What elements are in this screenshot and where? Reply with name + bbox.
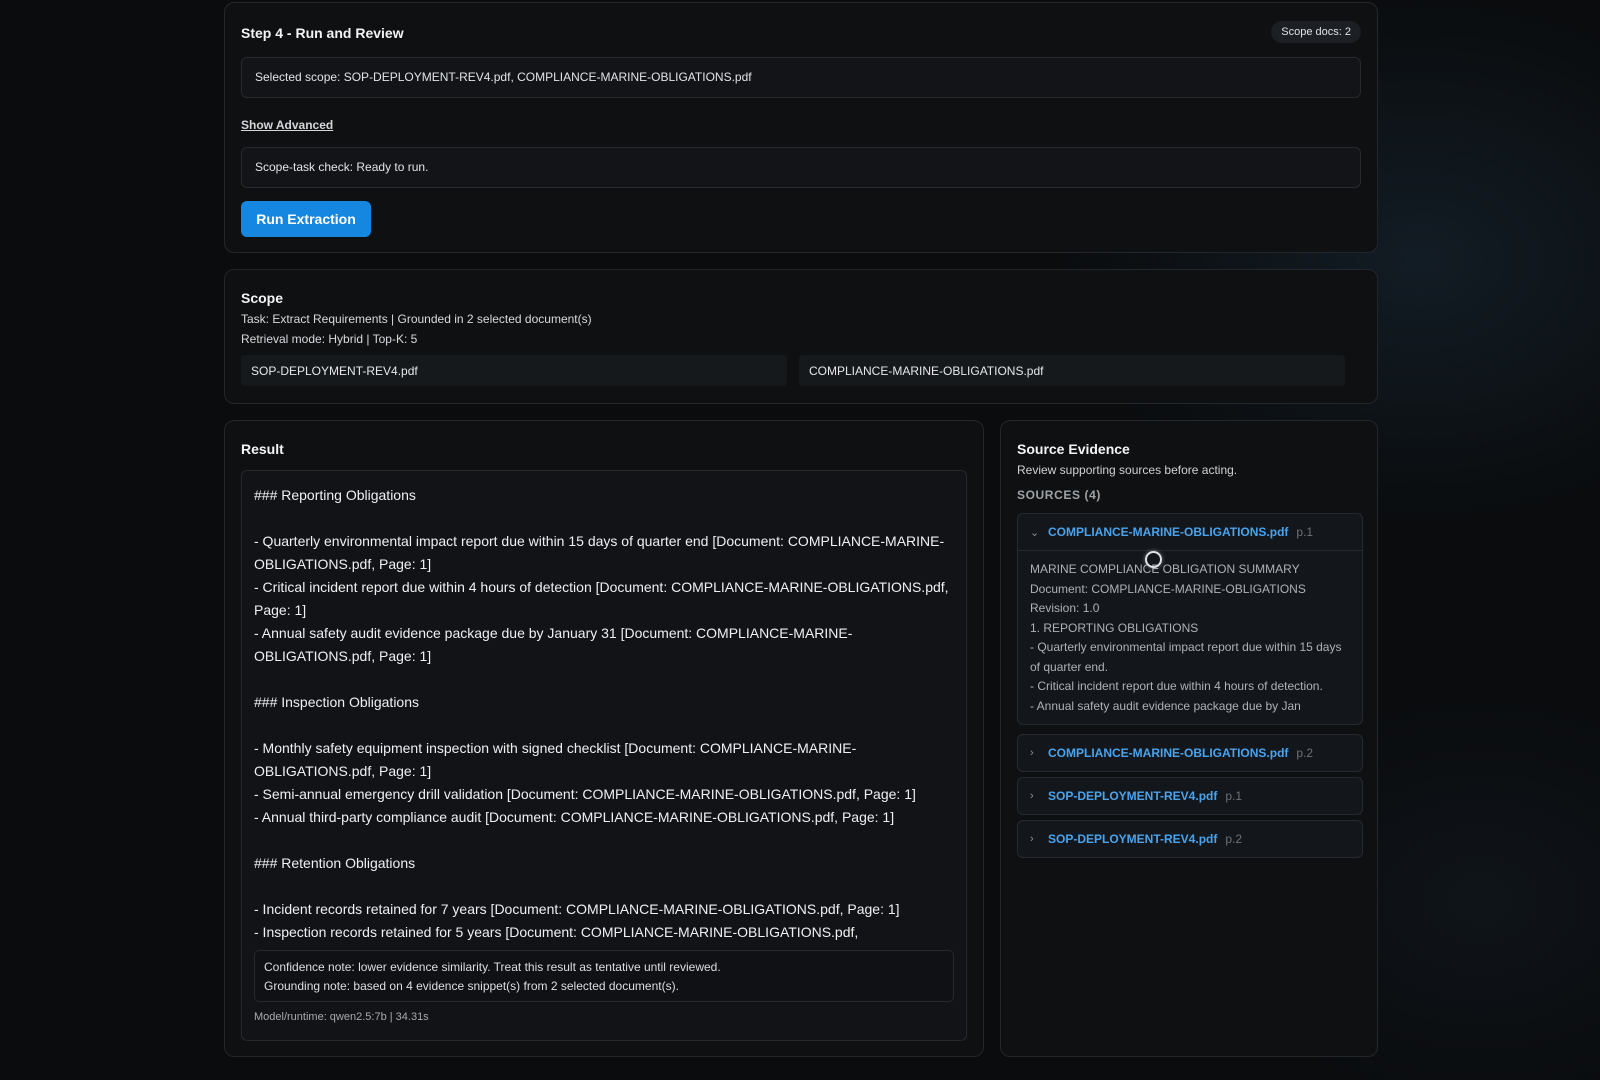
source-page: p.2 — [1296, 746, 1314, 760]
source-snippet: MARINE COMPLIANCE OBLIGATION SUMMARY Doc… — [1018, 550, 1362, 725]
evidence-title: Source Evidence — [1017, 441, 1130, 457]
scope-card: Scope Task: Extract Requirements | Groun… — [224, 269, 1378, 404]
result-output-panel[interactable]: ### Reporting Obligations - Quarterly en… — [241, 470, 967, 1041]
show-advanced-link[interactable]: Show Advanced — [241, 118, 333, 132]
source-item-header[interactable]: › SOP-DEPLOYMENT-REV4.pdf p.2 — [1018, 821, 1362, 857]
source-item: › SOP-DEPLOYMENT-REV4.pdf p.1 — [1017, 777, 1363, 815]
source-item: › COMPLIANCE-MARINE-OBLIGATIONS.pdf p.2 — [1017, 734, 1363, 772]
scope-task-line: Task: Extract Requirements | Grounded in… — [241, 312, 592, 326]
source-name-link[interactable]: SOP-DEPLOYMENT-REV4.pdf — [1048, 789, 1217, 803]
snippet-text: MARINE COMPLIANCE OBLIGATION SUMMARY Doc… — [1030, 562, 1342, 713]
result-text: ### Reporting Obligations - Quarterly en… — [254, 487, 949, 940]
source-name-link[interactable]: COMPLIANCE-MARINE-OBLIGATIONS.pdf — [1048, 525, 1288, 539]
source-page: p.1 — [1296, 525, 1314, 539]
chevron-down-icon: ⌄ — [1030, 526, 1040, 539]
chevron-right-icon: › — [1030, 833, 1034, 845]
source-page: p.2 — [1225, 832, 1243, 846]
source-item-header[interactable]: › SOP-DEPLOYMENT-REV4.pdf p.1 — [1018, 778, 1362, 814]
source-page: p.1 — [1225, 789, 1243, 803]
model-runtime: Model/runtime: qwen2.5:7b | 34.31s — [254, 1011, 429, 1023]
chevron-right-icon: › — [1030, 747, 1034, 759]
selected-scope-box: Selected scope: SOP-DEPLOYMENT-REV4.pdf,… — [241, 57, 1361, 98]
source-item: › SOP-DEPLOYMENT-REV4.pdf p.2 — [1017, 820, 1363, 858]
source-item: ⌄ COMPLIANCE-MARINE-OBLIGATIONS.pdf p.1 … — [1017, 513, 1363, 725]
grounding-note: Grounding note: based on 4 evidence snip… — [264, 979, 679, 993]
source-evidence-card: Source Evidence Review supporting source… — [1000, 420, 1378, 1057]
scope-mode-line: Retrieval mode: Hybrid | Top-K: 5 — [241, 332, 418, 346]
scope-document-chip: SOP-DEPLOYMENT-REV4.pdf — [241, 355, 787, 386]
run-extraction-button[interactable]: Run Extraction — [241, 201, 371, 237]
step4-card: Step 4 - Run and Review Scope docs: 2 Se… — [224, 2, 1378, 253]
sources-count: SOURCES (4) — [1017, 488, 1101, 502]
source-name-link[interactable]: COMPLIANCE-MARINE-OBLIGATIONS.pdf — [1048, 746, 1288, 760]
scope-title: Scope — [241, 290, 284, 306]
scope-docs-badge: Scope docs: 2 — [1271, 21, 1361, 43]
source-name-link[interactable]: SOP-DEPLOYMENT-REV4.pdf — [1048, 832, 1217, 846]
mouse-cursor-icon — [1145, 551, 1162, 568]
result-card: Result ### Reporting Obligations - Quart… — [224, 420, 984, 1057]
evidence-subtitle: Review supporting sources before acting. — [1017, 463, 1238, 477]
scope-document-chip: COMPLIANCE-MARINE-OBLIGATIONS.pdf — [799, 355, 1345, 386]
result-notes: Confidence note: lower evidence similari… — [254, 950, 954, 1002]
source-item-header[interactable]: › COMPLIANCE-MARINE-OBLIGATIONS.pdf p.2 — [1018, 735, 1362, 771]
result-title: Result — [241, 441, 284, 457]
confidence-note: Confidence note: lower evidence similari… — [264, 960, 721, 974]
chevron-right-icon: › — [1030, 790, 1034, 802]
step4-title: Step 4 - Run and Review — [241, 25, 404, 41]
source-item-header[interactable]: ⌄ COMPLIANCE-MARINE-OBLIGATIONS.pdf p.1 — [1018, 514, 1362, 550]
scope-task-check-box: Scope-task check: Ready to run. — [241, 147, 1361, 188]
